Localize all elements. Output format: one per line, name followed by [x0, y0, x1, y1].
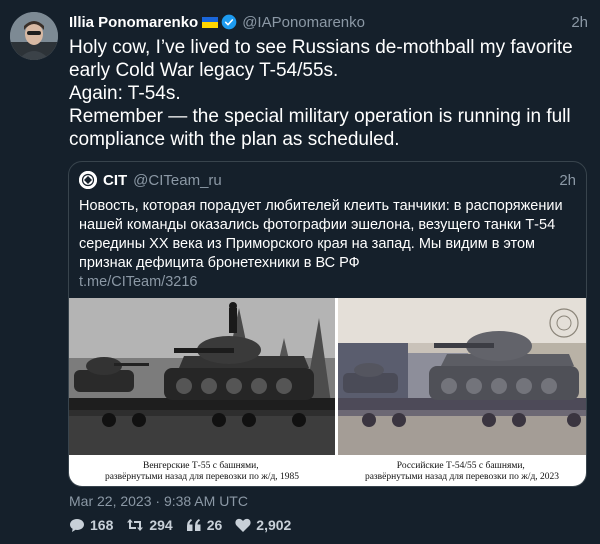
reply-action[interactable]: 168 [69, 517, 113, 533]
retweet-icon [127, 519, 144, 531]
like-count: 2,902 [256, 517, 292, 533]
cit-logo-icon [79, 171, 97, 189]
quote-link[interactable]: t.me/CITeam/3216 [79, 273, 579, 292]
right-photo [338, 298, 586, 455]
tweet-date[interactable]: Mar 22, 2023 · 9:38 AM UTC [69, 493, 248, 509]
quote-timestamp[interactable]: 2h [559, 172, 576, 189]
quote-icon [186, 519, 201, 531]
like-action[interactable]: 2,902 [235, 517, 291, 533]
avatar-photo [10, 12, 58, 60]
tweet-header: Illia Ponomarenko @IAPonomarenko 2h [69, 12, 588, 32]
quote-avatar[interactable] [79, 171, 97, 189]
avatar[interactable] [10, 12, 58, 60]
reply-icon [70, 518, 84, 532]
caption-strip [69, 455, 586, 486]
caption-right-line-2: развёрнутыми назад для перевозки по ж/д,… [365, 472, 559, 482]
heart-icon [235, 518, 251, 532]
quote-count: 26 [206, 517, 223, 533]
author-name[interactable]: Illia Ponomarenko [69, 14, 198, 31]
tweet: Illia Ponomarenko @IAPonomarenko 2h Holy… [0, 0, 600, 544]
quote-action[interactable]: 26 [186, 517, 223, 533]
quote-header: CIT @CITeam_ru 2h [79, 170, 576, 190]
tweet-timestamp[interactable]: 2h [571, 14, 588, 31]
caption-left-line-2: развёрнутыми назад для перевозки по ж/д,… [105, 472, 299, 482]
reply-count: 168 [90, 517, 114, 533]
retweet-count: 294 [149, 517, 173, 533]
tweet-actions: 168 294 26 2,902 [69, 517, 304, 533]
quote-media-image[interactable]: Венгерские Т-55 с башнями, развёрнутыми … [69, 298, 587, 487]
ukraine-flag-icon [202, 16, 219, 28]
verified-badge-icon [221, 14, 237, 30]
author-handle[interactable]: @IAPonomarenko [242, 14, 365, 31]
left-photo [69, 298, 335, 455]
caption-right-line-1: Российские Т-54/55 с башнями, [397, 460, 525, 471]
quote-text: Новость, которая порадует любителей клеи… [79, 198, 563, 271]
tweet-text: Holy cow, I’ve lived to see Russians de-… [69, 37, 573, 150]
quoted-tweet[interactable]: CIT @CITeam_ru 2h Новость, которая порад… [68, 161, 587, 487]
quote-author-name[interactable]: CIT [103, 172, 127, 189]
caption-left-line-1: Венгерские Т-55 с башнями, [143, 460, 259, 471]
quote-text-block: Новость, которая порадует любителей клеи… [79, 197, 579, 292]
quote-author-handle[interactable]: @CITeam_ru [133, 172, 222, 189]
retweet-action[interactable]: 294 [126, 517, 173, 533]
